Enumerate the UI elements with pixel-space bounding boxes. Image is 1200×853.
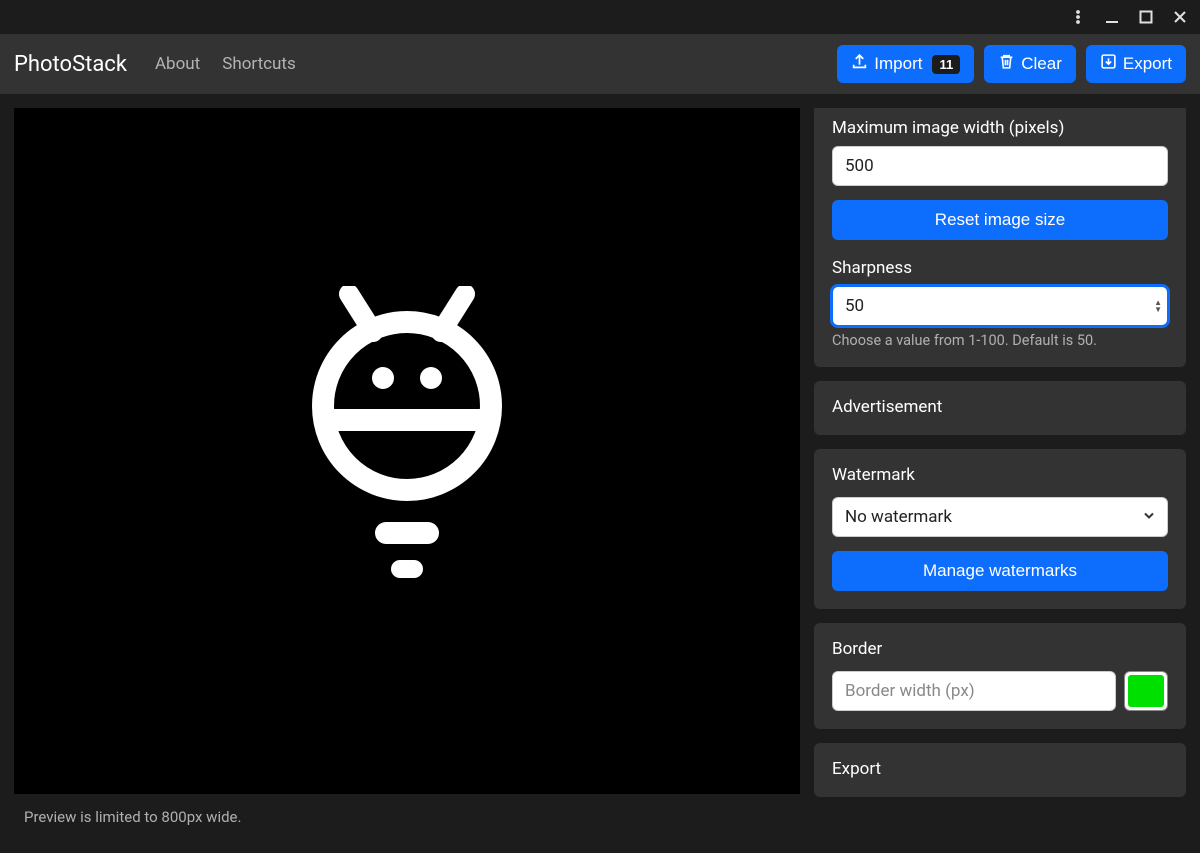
border-width-input[interactable] (832, 671, 1116, 711)
nav-shortcuts[interactable]: Shortcuts (222, 54, 296, 74)
clear-button[interactable]: Clear (984, 45, 1076, 83)
preview-image (297, 286, 517, 616)
import-button[interactable]: Import 11 (837, 45, 974, 83)
preview-canvas (14, 108, 800, 794)
max-width-input[interactable] (832, 146, 1168, 186)
reset-image-size-button[interactable]: Reset image size (832, 200, 1168, 240)
download-box-icon (1100, 53, 1117, 75)
kebab-menu-icon[interactable] (1064, 3, 1092, 31)
window-titlebar (0, 0, 1200, 34)
spinner-down-icon[interactable]: ▼ (1154, 306, 1162, 313)
clear-label: Clear (1021, 54, 1062, 74)
export-title: Export (832, 759, 1168, 779)
export-panel: Export (814, 743, 1186, 797)
import-label: Import (874, 54, 922, 74)
preview-note: Preview is limited to 800px wide. (14, 794, 800, 840)
advertisement-panel: Advertisement (814, 381, 1186, 435)
border-color-swatch (1128, 675, 1164, 707)
sidebar: Maximum image width (pixels) Reset image… (814, 94, 1200, 853)
number-spinner[interactable]: ▲ ▼ (1154, 299, 1162, 313)
advertisement-title: Advertisement (832, 397, 1168, 417)
export-button[interactable]: Export (1086, 45, 1186, 83)
upload-icon (851, 53, 868, 75)
manage-watermarks-button[interactable]: Manage watermarks (832, 551, 1168, 591)
trash-icon (998, 53, 1015, 75)
close-icon[interactable] (1166, 3, 1194, 31)
minimize-icon[interactable] (1098, 3, 1126, 31)
maximize-icon[interactable] (1132, 3, 1160, 31)
nav-about[interactable]: About (155, 54, 200, 74)
border-color-picker[interactable] (1124, 671, 1168, 711)
max-width-label: Maximum image width (pixels) (832, 118, 1168, 138)
preview-column: Preview is limited to 800px wide. (0, 94, 814, 853)
sharpness-help: Choose a value from 1-100. Default is 50… (832, 332, 1168, 349)
border-panel: Border (814, 623, 1186, 729)
sharpness-input[interactable] (832, 286, 1168, 326)
watermark-select[interactable]: No watermark (832, 497, 1168, 537)
export-label: Export (1123, 54, 1172, 74)
navbar: PhotoStack About Shortcuts Import 11 Cle… (0, 34, 1200, 94)
watermark-panel: Watermark No watermark Manage watermarks (814, 449, 1186, 609)
import-count-badge: 11 (932, 55, 960, 74)
border-title: Border (832, 639, 1168, 659)
watermark-title: Watermark (832, 465, 1168, 485)
app-brand: PhotoStack (14, 52, 127, 77)
sharpness-label: Sharpness (832, 258, 1168, 278)
resize-panel: Maximum image width (pixels) Reset image… (814, 108, 1186, 367)
